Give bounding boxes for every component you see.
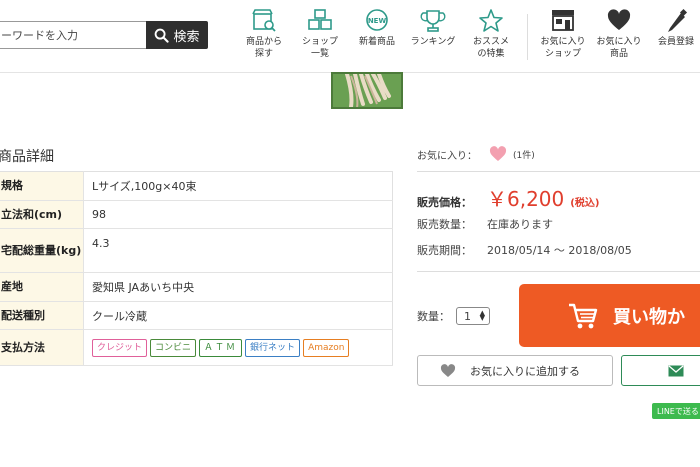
spec-value: 愛知県 JAあいち中央: [83, 272, 393, 302]
spec-row: 支払方法 クレジット コンビニ ＡＴＭ 銀行ネット Amazon: [0, 329, 393, 366]
spec-label: 産地: [0, 272, 84, 302]
period-label: 販売期間：: [417, 244, 472, 257]
divider: [417, 271, 700, 272]
site-header: 検索 商品から 探す ショップ 一覧 NEW 新着商品 ランキング おススメ の…: [0, 0, 700, 73]
nav-label: の特集: [477, 49, 505, 59]
stock-label: 販売数量：: [417, 218, 472, 231]
search-button-label: 検索: [173, 29, 200, 45]
details-title: 商品詳細: [0, 149, 54, 165]
product-image: [333, 74, 401, 107]
nav-label: お気に入り: [596, 37, 642, 47]
nav-label: おススメ: [472, 37, 509, 47]
spec-label: 配送種別: [0, 301, 84, 330]
price-value: ￥6,200: [487, 187, 565, 211]
nav-label: 一覧: [310, 49, 329, 59]
nav-browse-products[interactable]: 商品から 探す: [242, 8, 286, 60]
spec-row: 配送種別 クール冷蔵: [0, 301, 393, 330]
cart-icon: [569, 303, 598, 328]
heart-icon[interactable]: [489, 146, 507, 162]
spec-table: 規格 Lサイズ,100g×40束 立法和(cm) 98 宅配総重量(kg) 4.3 産…: [0, 171, 393, 366]
nav-favorite-shops[interactable]: お気に入り ショップ: [536, 8, 590, 60]
spec-value: 4.3: [83, 228, 393, 273]
stock-row: 販売数量： 在庫あります: [417, 216, 553, 232]
price-label: 販売価格：: [417, 196, 472, 209]
select-arrows-icon: ▲ ▼: [479, 309, 485, 322]
nav-label: 商品: [609, 49, 628, 59]
add-to-cart-button[interactable]: 買い物か: [519, 284, 700, 347]
pencil-icon: [668, 8, 688, 32]
quantity-label: 数量：: [417, 310, 450, 323]
mail-button[interactable]: [621, 355, 700, 386]
price-row: 販売価格： ￥6,200 (税込): [417, 183, 599, 212]
nav-recommended[interactable]: おススメ の特集: [468, 8, 514, 60]
stock-value: 在庫あります: [487, 218, 553, 231]
spec-label: 宅配総重量(kg): [0, 228, 84, 273]
favorite-status: お気に入り： (1件): [417, 146, 535, 162]
nav-label: ランキング: [410, 37, 456, 47]
svg-text:NEW: NEW: [368, 17, 387, 25]
quantity-row: 数量： 1 ▲ ▼: [417, 307, 490, 325]
quantity-value: 1: [464, 309, 471, 323]
spec-row: 規格 Lサイズ,100g×40束: [0, 171, 393, 201]
spec-row: 宅配総重量(kg) 4.3: [0, 228, 393, 273]
store-search-icon: [252, 9, 276, 32]
shop-icon: [552, 10, 574, 31]
period-value: 2018/05/14 〜 2018/08/05: [487, 244, 632, 257]
nav-label: 新着商品: [358, 37, 395, 47]
nav-label: 会員登録: [657, 37, 694, 47]
spec-value: 98: [83, 200, 393, 229]
mail-icon: [668, 365, 684, 376]
payment-badge-amazon: Amazon: [303, 338, 350, 357]
search-box: [0, 21, 146, 49]
payment-badge-atm: ＡＴＭ: [199, 338, 243, 357]
quantity-select[interactable]: 1 ▲ ▼: [456, 307, 490, 325]
spec-value: Lサイズ,100g×40束: [83, 171, 393, 201]
shop-list-icon: [308, 9, 332, 30]
favorite-label: お気に入り：: [417, 150, 477, 162]
line-share-button[interactable]: LINEで送る: [652, 403, 700, 419]
star-icon: [479, 9, 503, 32]
favorite-count: (1件): [513, 150, 535, 161]
spec-label: 規格: [0, 171, 84, 201]
heart-icon: [607, 9, 631, 31]
spec-label: 支払方法: [0, 329, 84, 366]
spec-row: 産地 愛知県 JAあいち中央: [0, 272, 393, 302]
spec-row: 立法和(cm) 98: [0, 200, 393, 229]
add-to-favorites-button[interactable]: お気に入りに追加する: [417, 355, 613, 386]
nav-shop-list[interactable]: ショップ 一覧: [298, 8, 342, 60]
line-share-label: LINEで送る: [657, 406, 699, 416]
payment-badge-convenience: コンビニ: [150, 338, 197, 357]
nav-favorite-products[interactable]: お気に入り 商品: [593, 8, 645, 60]
spec-value: クール冷蔵: [83, 301, 393, 330]
search-icon: [155, 28, 170, 43]
tax-note: (税込): [570, 198, 600, 209]
new-badge-icon: NEW: [366, 9, 388, 31]
divider: [417, 171, 700, 172]
search-input[interactable]: [1, 23, 141, 47]
search-button[interactable]: 検索: [146, 21, 208, 49]
nav-label: 商品から: [245, 37, 282, 47]
product-thumbnail[interactable]: [331, 72, 403, 109]
nav-label: ショップ: [301, 37, 338, 47]
heart-icon: [440, 363, 456, 377]
trophy-icon: [420, 10, 446, 32]
nav-ranking[interactable]: ランキング: [408, 8, 458, 48]
spec-label: 立法和(cm): [0, 200, 84, 229]
nav-label: 探す: [254, 49, 273, 59]
add-to-favorites-label: お気に入りに追加する: [470, 364, 580, 378]
nav-member-registration[interactable]: 会員登録: [653, 8, 699, 48]
payment-badge-netbank: 銀行ネット: [245, 338, 301, 357]
period-row: 販売期間： 2018/05/14 〜 2018/08/05: [417, 242, 632, 258]
nav-label: お気に入り: [540, 37, 586, 47]
nav-divider: [527, 14, 528, 60]
add-to-cart-label: 買い物か: [613, 306, 685, 328]
payment-methods: クレジット コンビニ ＡＴＭ 銀行ネット Amazon: [83, 329, 393, 366]
nav-new-products[interactable]: NEW 新着商品: [354, 8, 400, 48]
nav-label: ショップ: [544, 49, 581, 59]
payment-badge-credit: クレジット: [92, 338, 148, 357]
